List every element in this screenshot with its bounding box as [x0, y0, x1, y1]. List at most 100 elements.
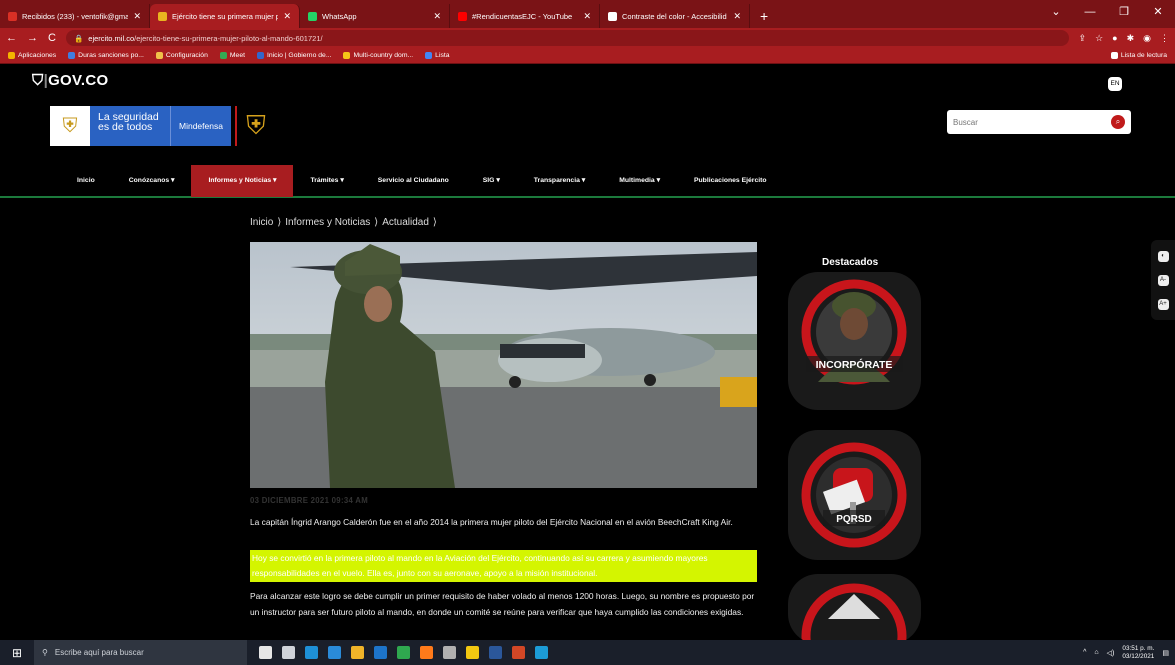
increase-font-icon[interactable]: A+	[1157, 298, 1169, 310]
army-emblem-icon: ⛨	[246, 110, 266, 140]
window-controls: ⌄ — ❐ ✕	[1039, 0, 1175, 24]
taskbar-app-icon[interactable]	[282, 646, 295, 659]
govco-shield-icon: ⛉	[32, 72, 44, 89]
close-tab-icon[interactable]: ✕	[283, 11, 291, 22]
close-tab-icon[interactable]: ✕	[133, 11, 141, 22]
nav-item[interactable]: Conózcanos ▾	[112, 165, 192, 197]
nav-item[interactable]: Transparencia ▾	[517, 165, 602, 197]
tab-favicon-icon	[8, 11, 17, 21]
tab-title: Ejército tiene su primera mujer p	[172, 11, 279, 21]
taskbar-apps	[247, 646, 548, 659]
ministry-label: Mindefensa	[170, 106, 231, 146]
close-window-button[interactable]: ✕	[1141, 0, 1175, 24]
taskbar-search[interactable]: ⚲ Escribe aquí para buscar	[34, 640, 247, 665]
bookmark-favicon-icon	[219, 52, 227, 59]
clock[interactable]: 03:51 p. m. 03/12/2021	[1122, 645, 1154, 661]
bookmark-item[interactable]: Meet	[219, 52, 245, 59]
menu-icon[interactable]: ⋮	[1160, 33, 1169, 44]
taskbar-app-icon[interactable]	[351, 646, 364, 659]
star-icon[interactable]: ☆	[1095, 33, 1103, 44]
network-icon[interactable]: ⌂	[1094, 649, 1098, 656]
bookmark-item[interactable]: Duras sanciones po...	[68, 52, 144, 59]
breadcrumb: Inicio ⟩ Informes y Noticias ⟩ Actualidad ⟩	[250, 217, 437, 228]
browser-tab[interactable]: Ejército tiene su primera mujer p ✕	[150, 4, 300, 28]
destacados-title: Destacados	[822, 257, 879, 268]
notifications-icon[interactable]: ▤	[1162, 649, 1169, 657]
share-icon[interactable]: ⇪	[1079, 33, 1087, 44]
breadcrumb-item[interactable]: Actualidad	[382, 217, 429, 228]
breadcrumb-item[interactable]: Informes y Noticias	[285, 217, 370, 228]
browser-tab[interactable]: Contraste del color - Accesibilid ✕	[600, 4, 750, 28]
volume-icon[interactable]: ◁)	[1107, 649, 1115, 657]
tray-chevron-icon[interactable]: ^	[1083, 649, 1086, 656]
taskbar-app-icon[interactable]	[374, 646, 387, 659]
tab-title: #RendicuentasEJC - YouTube	[472, 11, 573, 21]
bookmark-favicon-icon	[68, 52, 76, 59]
taskbar-app-icon[interactable]	[328, 646, 341, 659]
main-navigation: Inicio Conózcanos ▾ Informes y Noticias ▾ T…	[0, 165, 1175, 198]
nav-item[interactable]: Servicio al Ciudadano	[361, 165, 466, 197]
browser-tab[interactable]: #RendicuentasEJC - YouTube ✕	[450, 4, 600, 28]
contrast-icon[interactable]: ◐	[1157, 250, 1169, 262]
taskbar-app-icon[interactable]	[420, 646, 433, 659]
taskbar-app-icon[interactable]	[535, 646, 548, 659]
article-paragraph-1: La capitán Íngrid Arango Calderón fue en…	[250, 517, 733, 527]
bookmark-item[interactable]: Aplicaciones	[8, 52, 56, 59]
taskbar-app-icon[interactable]	[512, 646, 525, 659]
bookmark-item[interactable]: Inicio | Gobierno de...	[257, 52, 331, 59]
nav-item[interactable]: SIG ▾	[466, 165, 517, 197]
forward-icon[interactable]: →	[27, 32, 38, 44]
extension-icon[interactable]: ●	[1112, 33, 1117, 44]
new-tab-button[interactable]: +	[750, 4, 778, 28]
browser-tab[interactable]: WhatsApp ✕	[300, 4, 450, 28]
reading-list-button[interactable]: Lista de lectura	[1110, 52, 1167, 59]
windows-start-icon[interactable]: ⊞	[0, 646, 34, 660]
close-tab-icon[interactable]: ✕	[433, 11, 441, 22]
tab-favicon-icon	[458, 11, 467, 21]
breadcrumb-item[interactable]: Inicio	[250, 217, 273, 228]
extensions-puzzle-icon[interactable]: ✱	[1127, 33, 1135, 44]
incorporate-card[interactable]: INCORPÓRATE	[788, 272, 921, 410]
article-photo	[250, 242, 757, 488]
search-icon[interactable]: ⌕	[1111, 115, 1125, 129]
nav-item[interactable]: Publicaciones Ejército	[677, 165, 784, 197]
minimize-button[interactable]: —	[1073, 0, 1107, 24]
reload-icon[interactable]: C	[48, 32, 56, 44]
language-button[interactable]: EN	[1108, 77, 1122, 91]
browser-tab[interactable]: Recibidos (233) - ventofik@gmail ✕	[0, 4, 150, 28]
slogan: La seguridad es de todos	[90, 106, 170, 146]
government-banner[interactable]: ⛨ La seguridad es de todos Mindefensa ⛨	[50, 106, 271, 146]
windows-taskbar: ⊞ ⚲ Escribe aquí para buscar ^ ⌂ ◁) 03:5…	[0, 640, 1175, 665]
article-paragraph-2-highlighted: Hoy se convirtió en la primera piloto al…	[250, 550, 757, 582]
close-tab-icon[interactable]: ✕	[583, 11, 591, 22]
restore-button[interactable]: ❐	[1107, 0, 1141, 24]
url-field[interactable]: 🔒 ejercito.mil.co/ejercito-tiene-su-prim…	[65, 30, 1069, 46]
search-input[interactable]	[953, 117, 1111, 127]
bookmark-item[interactable]: Multi-country dom...	[343, 52, 413, 59]
back-icon[interactable]: ←	[6, 32, 17, 44]
url-domain: ejercito.mil.co	[88, 33, 135, 43]
decrease-font-icon[interactable]: A-	[1157, 274, 1169, 286]
taskbar-app-icon[interactable]	[259, 646, 272, 659]
tab-favicon-icon	[308, 11, 317, 21]
nav-item[interactable]: Multimedia ▾	[602, 165, 677, 197]
accessibility-toolbar: ◐ A- A+	[1151, 240, 1175, 320]
taskbar-app-icon[interactable]	[489, 646, 502, 659]
tab-search-icon[interactable]: ⌄	[1039, 0, 1073, 24]
pqrsd-card[interactable]: PQRSD	[788, 430, 921, 560]
contact-card[interactable]	[788, 574, 921, 640]
govco-logo[interactable]: ⛉|GOV.CO	[32, 72, 109, 89]
taskbar-app-icon[interactable]	[397, 646, 410, 659]
profile-avatar-icon[interactable]: ◉	[1143, 33, 1151, 44]
bookmark-item[interactable]: Configuración	[155, 52, 208, 59]
address-toolbar: ← → C 🔒 ejercito.mil.co/ejercito-tiene-s…	[0, 28, 1175, 48]
taskbar-app-icon[interactable]	[443, 646, 456, 659]
nav-item[interactable]: Informes y Noticias ▾	[191, 165, 294, 197]
taskbar-app-icon[interactable]	[466, 646, 479, 659]
close-tab-icon[interactable]: ✕	[733, 11, 741, 22]
incorporate-label: INCORPÓRATE	[816, 358, 893, 371]
bookmark-item[interactable]: Lista	[425, 52, 450, 59]
nav-item[interactable]: Trámites ▾	[293, 165, 360, 197]
nav-item[interactable]: Inicio	[60, 165, 112, 197]
taskbar-app-icon[interactable]	[305, 646, 318, 659]
